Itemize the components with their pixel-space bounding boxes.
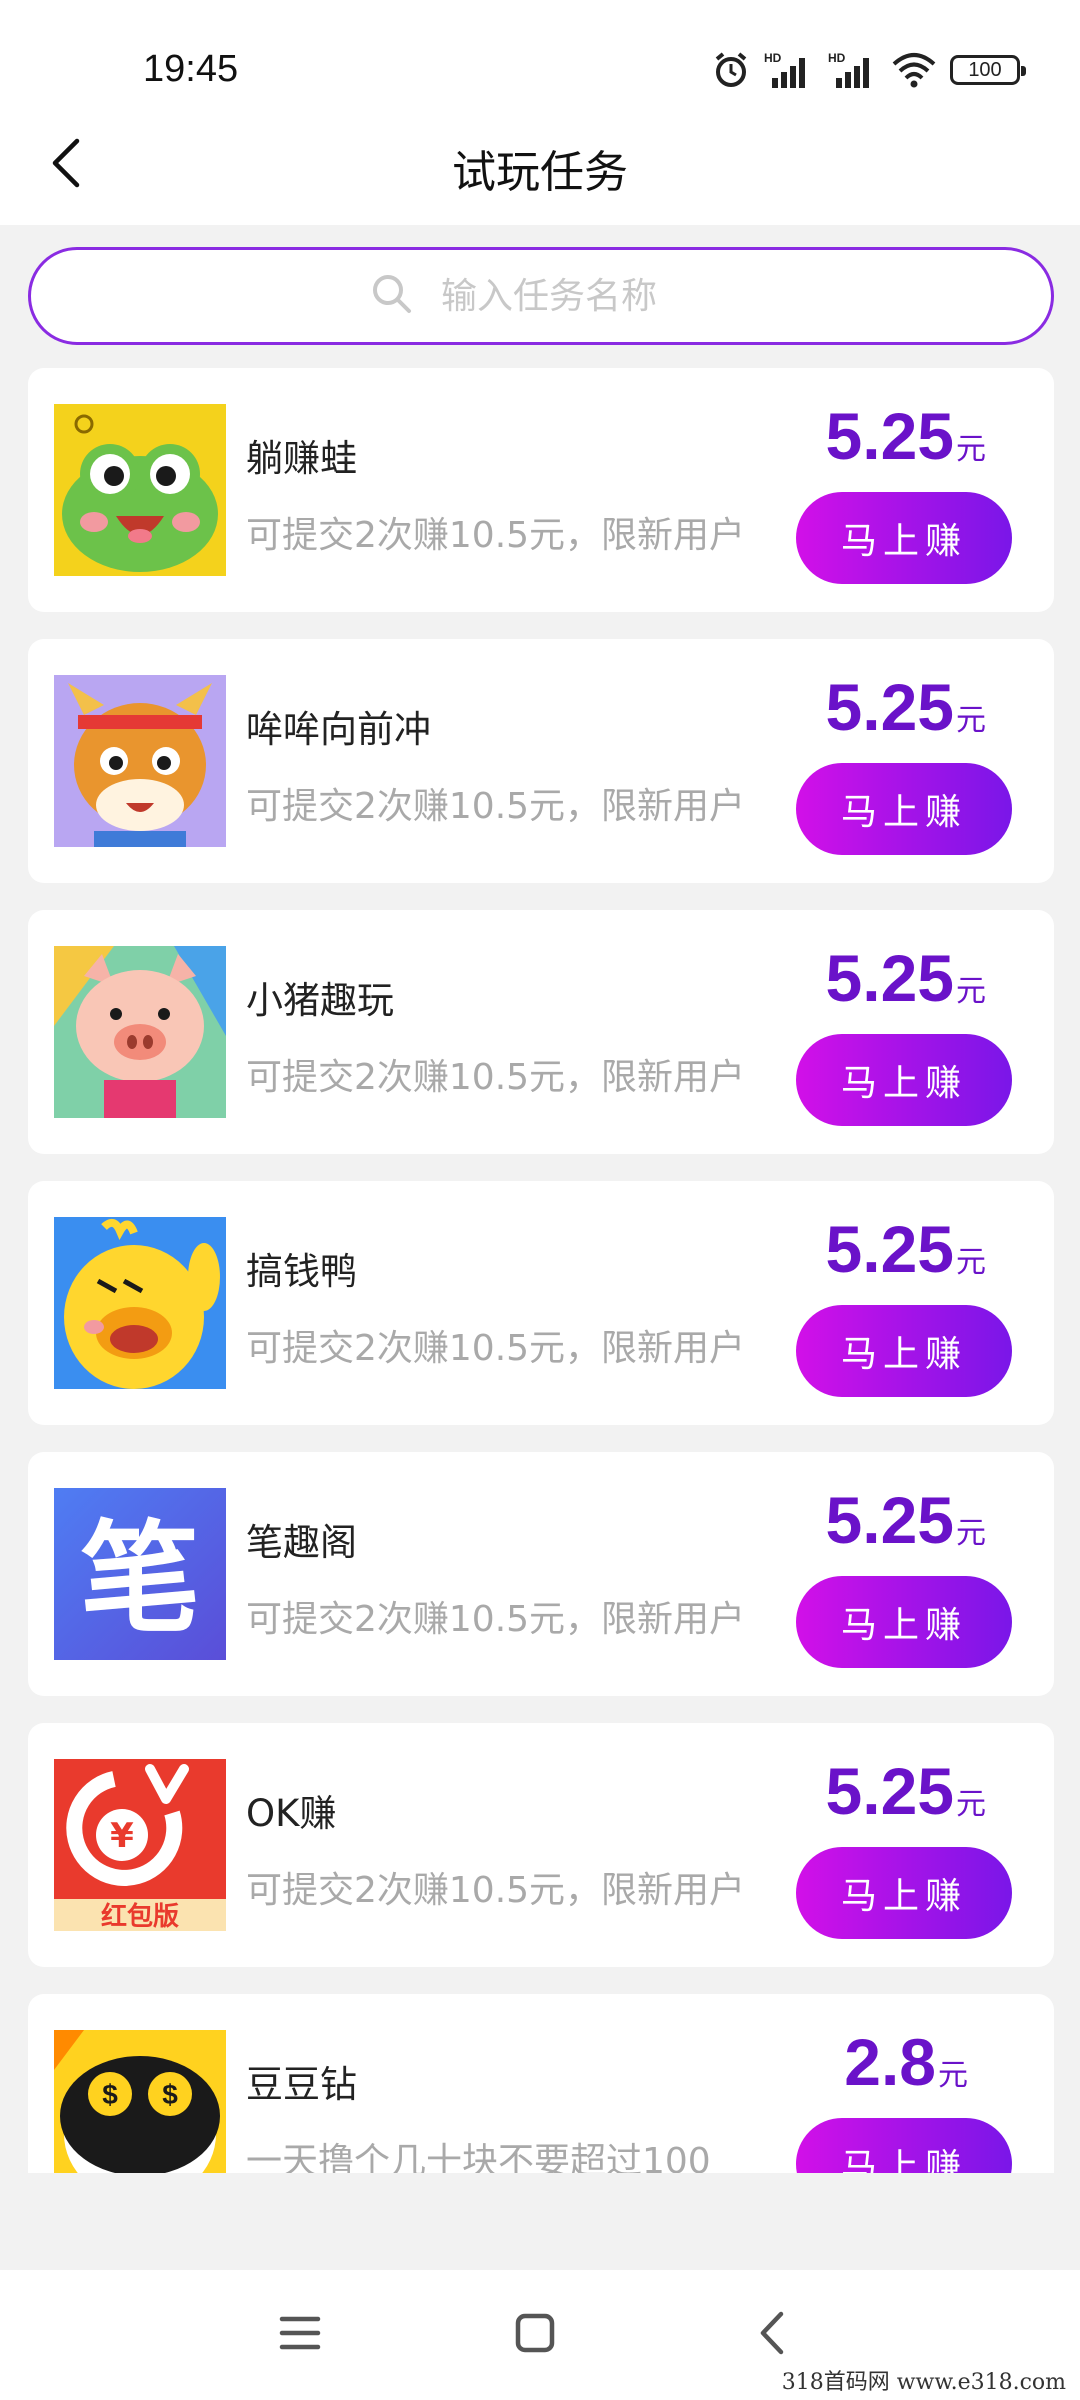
- cow-app-icon: [54, 675, 226, 847]
- task-name: 小猪趣玩: [246, 979, 394, 1022]
- reward-value: 5.25: [825, 941, 954, 1015]
- task-list: 躺赚蛙 可提交2次赚10.5元，限新用户 5.25 元 马上赚 哞哞向前冲 可提…: [28, 368, 1054, 2173]
- red-envelope-icon-label: 红包版: [101, 1901, 179, 1931]
- reward-value: 5.25: [825, 1483, 954, 1557]
- task-name: 笔趣阁: [246, 1521, 357, 1564]
- reward-amount: 2.8 元: [844, 2024, 968, 2100]
- pen-icon-glyph: 笔: [80, 1510, 200, 1649]
- search-bar[interactable]: [28, 247, 1054, 345]
- menu-icon: [278, 2313, 322, 2357]
- earn-now-button[interactable]: 马上赚: [796, 1847, 1012, 1939]
- reward-value: 2.8: [844, 2025, 936, 2099]
- bean-app-icon: $ $: [54, 2030, 226, 2173]
- task-desc: 可提交2次赚10.5元，限新用户: [246, 1870, 746, 1911]
- earn-now-button[interactable]: 马上赚: [796, 1576, 1012, 1668]
- task-desc: 可提交2次赚10.5元，限新用户: [246, 515, 746, 556]
- earn-now-button[interactable]: 马上赚: [796, 2118, 1012, 2173]
- pen-app-icon: 笔: [54, 1488, 226, 1660]
- wifi-icon: [892, 52, 936, 88]
- system-nav-bar: 318首码网 www.e318.com: [0, 2270, 1080, 2400]
- signal-hd-icon: HD: [764, 50, 814, 90]
- task-name: 哞哞向前冲: [246, 708, 431, 751]
- earn-now-button[interactable]: 马上赚: [796, 1305, 1012, 1397]
- status-time: 19:45: [143, 48, 239, 90]
- alarm-icon: [712, 51, 750, 89]
- earn-now-button[interactable]: 马上赚: [796, 763, 1012, 855]
- reward-amount: 5.25 元: [826, 1211, 986, 1287]
- frog-app-icon: [54, 404, 226, 576]
- signal-hd-icon: HD: [828, 50, 878, 90]
- task-name: 搞钱鸭: [246, 1250, 357, 1293]
- task-card[interactable]: 笔 笔趣阁 可提交2次赚10.5元，限新用户 5.25 元 马上赚: [28, 1452, 1054, 1696]
- reward-unit: 元: [938, 2058, 968, 2093]
- reward-value: 5.25: [825, 1754, 954, 1828]
- reward-value: 5.25: [825, 670, 954, 744]
- task-desc: 可提交2次赚10.5元，限新用户: [246, 1599, 746, 1640]
- earn-now-button[interactable]: 马上赚: [796, 1034, 1012, 1126]
- svg-text:¥: ¥: [110, 1816, 134, 1856]
- svg-text:HD: HD: [828, 51, 846, 65]
- battery-icon: 100: [950, 55, 1026, 85]
- reward-unit: 元: [956, 1245, 986, 1280]
- back-icon: [757, 2310, 787, 2360]
- reward-unit: 元: [956, 703, 986, 738]
- red-envelope-app-icon: ¥ 红包版: [54, 1759, 226, 1931]
- watermark: 318首码网 www.e318.com: [781, 2370, 1066, 2395]
- reward-unit: 元: [956, 974, 986, 1009]
- reward-unit: 元: [956, 1516, 986, 1551]
- reward-amount: 5.25 元: [826, 1753, 986, 1829]
- task-card[interactable]: 哞哞向前冲 可提交2次赚10.5元，限新用户 5.25 元 马上赚: [28, 639, 1054, 883]
- duck-app-icon: [54, 1217, 226, 1389]
- task-card[interactable]: 小猪趣玩 可提交2次赚10.5元，限新用户 5.25 元 马上赚: [28, 910, 1054, 1154]
- svg-text:HD: HD: [764, 51, 782, 65]
- task-desc: 可提交2次赚10.5元，限新用户: [246, 1328, 746, 1369]
- reward-amount: 5.25 元: [826, 940, 986, 1016]
- task-card[interactable]: $ $ 豆豆钻 一天撸个几十块不要超过100 2.8 元 马上赚: [28, 1994, 1054, 2173]
- pig-app-icon: [54, 946, 226, 1118]
- task-desc: 可提交2次赚10.5元，限新用户: [246, 1057, 746, 1098]
- svg-text:$: $: [162, 2079, 178, 2110]
- task-card[interactable]: 搞钱鸭 可提交2次赚10.5元，限新用户 5.25 元 马上赚: [28, 1181, 1054, 1425]
- reward-amount: 5.25 元: [826, 398, 986, 474]
- reward-unit: 元: [956, 432, 986, 467]
- svg-text:$: $: [102, 2079, 118, 2110]
- status-icons: HD HD 100: [712, 48, 1026, 92]
- reward-value: 5.25: [825, 1212, 954, 1286]
- task-desc: 一天撸个几十块不要超过100: [246, 2141, 711, 2173]
- task-name: OK赚: [246, 1792, 337, 1835]
- task-name: 躺赚蛙: [246, 437, 357, 480]
- reward-amount: 5.25 元: [826, 669, 986, 745]
- home-button[interactable]: [500, 2305, 570, 2365]
- task-name: 豆豆钻: [246, 2063, 357, 2106]
- reward-value: 5.25: [825, 399, 954, 473]
- reward-unit: 元: [956, 1787, 986, 1822]
- search-icon: [371, 273, 413, 319]
- search-input[interactable]: [441, 275, 711, 317]
- nav-back-button[interactable]: [737, 2305, 807, 2365]
- task-card[interactable]: 躺赚蛙 可提交2次赚10.5元，限新用户 5.25 元 马上赚: [28, 368, 1054, 612]
- reward-amount: 5.25 元: [826, 1482, 986, 1558]
- menu-button[interactable]: [265, 2305, 335, 2365]
- home-icon: [514, 2312, 556, 2358]
- header: 试玩任务: [0, 100, 1080, 225]
- task-card[interactable]: ¥ 红包版 OK赚 可提交2次赚10.5元，限新用户 5.25 元 马上赚: [28, 1723, 1054, 1967]
- earn-now-button[interactable]: 马上赚: [796, 492, 1012, 584]
- page-title: 试玩任务: [452, 147, 628, 198]
- task-desc: 可提交2次赚10.5元，限新用户: [246, 786, 746, 827]
